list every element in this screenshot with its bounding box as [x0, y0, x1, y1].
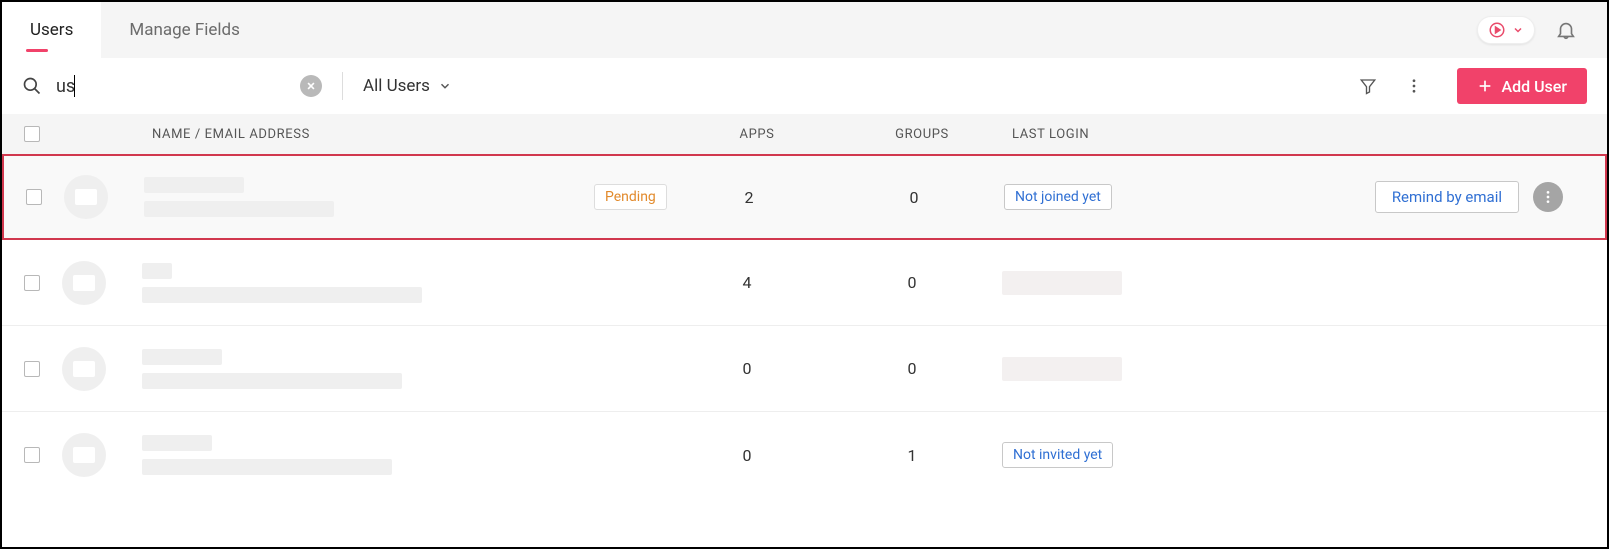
login-status-badge: Not joined yet: [1004, 184, 1112, 210]
add-user-label: Add User: [1501, 77, 1567, 96]
apps-count: 2: [745, 188, 754, 207]
chevron-down-icon: [1512, 24, 1524, 36]
user-filter-dropdown[interactable]: All Users: [363, 76, 452, 96]
add-user-button[interactable]: Add User: [1457, 68, 1587, 104]
table-header: NAME / EMAIL ADDRESS APPS GROUPS LAST LO…: [2, 114, 1607, 154]
select-all-checkbox[interactable]: [24, 126, 40, 142]
more-options-button[interactable]: [1405, 77, 1423, 95]
chevron-down-icon: [438, 79, 452, 93]
user-name-placeholder: [142, 435, 212, 451]
toolbar: us All Users Add User: [2, 58, 1607, 114]
user-email-placeholder: [144, 201, 334, 217]
funnel-icon: [1359, 77, 1377, 95]
user-email-placeholder: [142, 287, 422, 303]
divider: [342, 72, 343, 100]
user-name-placeholder: [142, 263, 172, 279]
user-email-placeholder: [142, 459, 392, 475]
login-status-badge: Not invited yet: [1002, 442, 1113, 468]
row-more-button[interactable]: [1533, 182, 1563, 212]
clear-search-button[interactable]: [300, 75, 322, 97]
text-caret: [74, 75, 75, 97]
column-last-login: LAST LOGIN: [1012, 127, 1089, 142]
user-email-placeholder: [142, 373, 402, 389]
filter-button[interactable]: [1359, 77, 1377, 95]
apps-count: 0: [743, 359, 752, 378]
table-row[interactable]: 0 1 Not invited yet: [2, 412, 1607, 498]
column-name: NAME / EMAIL ADDRESS: [152, 127, 310, 142]
row-checkbox[interactable]: [24, 275, 40, 291]
tab-manage-fields[interactable]: Manage Fields: [101, 2, 268, 58]
tab-users[interactable]: Users: [2, 2, 101, 58]
row-checkbox[interactable]: [26, 189, 42, 205]
user-name-placeholder: [144, 177, 244, 193]
groups-count: 1: [908, 446, 917, 465]
record-icon: [1488, 21, 1506, 39]
plus-icon: [1477, 78, 1493, 94]
remind-by-email-button[interactable]: Remind by email: [1375, 181, 1519, 213]
close-icon: [306, 81, 316, 91]
table-row[interactable]: 4 0: [2, 240, 1607, 326]
avatar: [62, 433, 106, 477]
avatar: [62, 347, 106, 391]
bell-icon: [1555, 19, 1577, 41]
row-checkbox[interactable]: [24, 447, 40, 463]
groups-count: 0: [908, 359, 917, 378]
search-input[interactable]: us: [56, 75, 296, 97]
search-icon: [22, 76, 42, 96]
tabs-bar: Users Manage Fields: [2, 2, 1607, 58]
notifications-button[interactable]: [1555, 19, 1577, 41]
filter-label: All Users: [363, 76, 430, 96]
column-apps: APPS: [739, 127, 774, 142]
avatar: [64, 175, 108, 219]
avatar: [62, 261, 106, 305]
kebab-icon: [1405, 77, 1423, 95]
status-badge: Pending: [594, 184, 667, 210]
login-placeholder: [1002, 357, 1122, 381]
groups-count: 0: [908, 273, 917, 292]
search-value: us: [56, 76, 75, 97]
kebab-icon: [1540, 189, 1556, 205]
row-checkbox[interactable]: [24, 361, 40, 377]
column-groups: GROUPS: [895, 127, 949, 142]
table-row[interactable]: Pending 2 0 Not joined yet Remind by ema…: [2, 154, 1607, 240]
groups-count: 0: [910, 188, 919, 207]
apps-count: 0: [743, 446, 752, 465]
record-dropdown[interactable]: [1477, 16, 1535, 44]
table-row[interactable]: 0 0: [2, 326, 1607, 412]
user-name-placeholder: [142, 349, 222, 365]
apps-count: 4: [743, 273, 752, 292]
login-placeholder: [1002, 271, 1122, 295]
